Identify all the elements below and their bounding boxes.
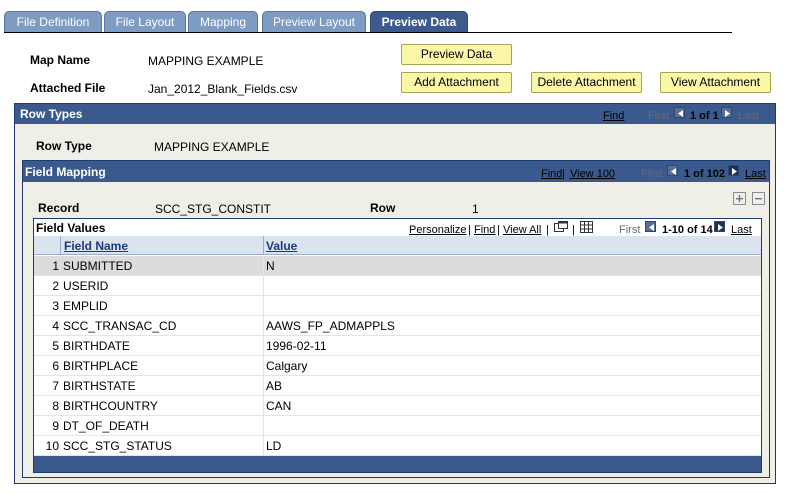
field-name-cell: SUBMITTED xyxy=(63,259,133,273)
table-row[interactable]: 9 DT_OF_DEATH xyxy=(34,416,761,436)
field-mapping-title: Field Mapping xyxy=(25,165,106,179)
field-name-cell: DT_OF_DEATH xyxy=(63,419,149,433)
value-cell: AB xyxy=(266,379,283,393)
row-number: 2 xyxy=(52,279,59,293)
field-mapping-prev-icon[interactable] xyxy=(667,165,678,176)
column-divider xyxy=(60,236,61,255)
row-type-value: MAPPING EXAMPLE xyxy=(154,140,270,154)
field-mapping-next-icon[interactable] xyxy=(728,165,739,176)
value-cell: LD xyxy=(266,439,282,453)
personalize-link[interactable]: Personalize xyxy=(409,224,466,236)
tab-file-definition[interactable]: File Definition xyxy=(4,11,102,33)
record-label: Record xyxy=(38,201,80,215)
row-types-find-link[interactable]: Find xyxy=(603,110,624,122)
field-mapping-view100-link[interactable]: View 100 xyxy=(570,168,615,180)
table-row[interactable]: 7 BIRTHSTATE AB xyxy=(34,376,761,396)
row-types-prev-icon[interactable] xyxy=(674,107,685,118)
new-window-icon[interactable] xyxy=(554,221,568,233)
record-value: SCC_STG_CONSTIT xyxy=(155,202,272,216)
tab-file-layout[interactable]: File Layout xyxy=(104,11,186,33)
table-row[interactable]: 8 BIRTHCOUNTRY CAN xyxy=(34,396,761,416)
delete-attachment-button[interactable]: Delete Attachment xyxy=(531,72,642,93)
field-values-title: Field Values xyxy=(36,221,106,235)
value-cell: N xyxy=(266,259,275,273)
row-types-last-label: Last xyxy=(738,110,759,122)
row-number: 3 xyxy=(52,299,59,313)
row-number: 7 xyxy=(52,379,59,393)
row-label: Row xyxy=(370,201,396,215)
field-name-cell: BIRTHSTATE xyxy=(63,379,136,393)
delete-row-icon[interactable] xyxy=(752,192,765,205)
tab-underline xyxy=(4,32,732,33)
row-type-label: Row Type xyxy=(36,139,92,153)
value-cell: Calgary xyxy=(266,359,308,373)
row-number: 10 xyxy=(45,439,59,453)
tab-preview-data[interactable]: Preview Data xyxy=(370,11,468,33)
row-number: 8 xyxy=(52,399,59,413)
field-values-next-icon[interactable] xyxy=(714,221,725,232)
field-values-first-label: First xyxy=(619,224,641,236)
table-row[interactable]: 3 EMPLID xyxy=(34,296,761,316)
field-values-last-link[interactable]: Last xyxy=(731,224,752,236)
table-row[interactable]: 6 BIRTHPLACE Calgary xyxy=(34,356,761,376)
field-name-cell: SCC_TRANSAC_CD xyxy=(63,319,177,333)
attached-file-label: Attached File xyxy=(30,81,106,95)
table-row[interactable]: 1 SUBMITTED N xyxy=(34,256,761,276)
value-cell: AAWS_FP_ADMAPPLS xyxy=(266,319,395,333)
field-mapping-count: 1 of 102 xyxy=(684,168,725,180)
table-row[interactable]: 10 SCC_STG_STATUS LD xyxy=(34,436,761,456)
field-name-cell: BIRTHDATE xyxy=(63,339,130,353)
row-number: 9 xyxy=(52,419,59,433)
preview-data-button[interactable]: Preview Data xyxy=(401,44,512,65)
map-name-label: Map Name xyxy=(30,53,91,67)
add-row-icon[interactable] xyxy=(733,192,746,205)
row-number: 4 xyxy=(52,319,59,333)
field-values-grid: Field Values Personalize | Find | View A… xyxy=(33,218,762,473)
field-name-cell: EMPLID xyxy=(63,299,108,313)
row-number: 5 xyxy=(52,339,59,353)
grid-footer xyxy=(34,456,761,472)
table-row[interactable]: 4 SCC_TRANSAC_CD AAWS_FP_ADMAPPLS xyxy=(34,316,761,336)
tab-mapping[interactable]: Mapping xyxy=(188,11,258,33)
column-divider xyxy=(263,236,264,255)
nav-separator: | xyxy=(562,168,565,180)
column-header-field-name[interactable]: Field Name xyxy=(64,239,128,253)
view-attachment-button[interactable]: View Attachment xyxy=(660,72,771,93)
nav-separator: | xyxy=(468,224,471,236)
field-values-prev-icon[interactable] xyxy=(645,221,656,232)
map-name-value: MAPPING EXAMPLE xyxy=(148,54,264,68)
table-row[interactable]: 2 USERID xyxy=(34,276,761,296)
field-mapping-last-link[interactable]: Last xyxy=(745,168,766,180)
field-values-count: 1-10 of 14 xyxy=(662,224,713,236)
field-name-cell: BIRTHPLACE xyxy=(63,359,139,373)
column-header-value[interactable]: Value xyxy=(266,239,297,253)
field-name-cell: USERID xyxy=(63,279,109,293)
nav-separator: | xyxy=(546,224,549,236)
table-row[interactable]: 5 BIRTHDATE 1996-02-11 xyxy=(34,336,761,356)
field-name-cell: BIRTHCOUNTRY xyxy=(63,399,158,413)
row-value: 1 xyxy=(472,202,479,216)
download-grid-icon[interactable] xyxy=(580,221,593,233)
view-all-link[interactable]: View All xyxy=(503,224,541,236)
field-values-find-link[interactable]: Find xyxy=(474,224,495,236)
add-attachment-button[interactable]: Add Attachment xyxy=(401,72,512,93)
field-mapping-find-link[interactable]: Find xyxy=(541,168,562,180)
row-types-first-label: First xyxy=(648,110,670,122)
value-cell: 1996-02-11 xyxy=(266,339,327,353)
field-name-cell: SCC_STG_STATUS xyxy=(63,439,172,453)
tab-preview-layout[interactable]: Preview Layout xyxy=(262,11,366,33)
value-cell: CAN xyxy=(266,399,292,413)
nav-separator: | xyxy=(497,224,500,236)
row-types-count: 1 of 1 xyxy=(690,110,719,122)
nav-separator: | xyxy=(572,224,575,236)
row-number: 6 xyxy=(52,359,59,373)
row-number: 1 xyxy=(52,259,59,273)
row-types-next-icon[interactable] xyxy=(721,107,732,118)
field-mapping-first-label: First xyxy=(641,168,663,180)
grid-column-header: Field Name Value xyxy=(34,236,761,255)
attached-file-value: Jan_2012_Blank_Fields.csv xyxy=(148,82,298,96)
row-types-title: Row Types xyxy=(20,107,83,121)
